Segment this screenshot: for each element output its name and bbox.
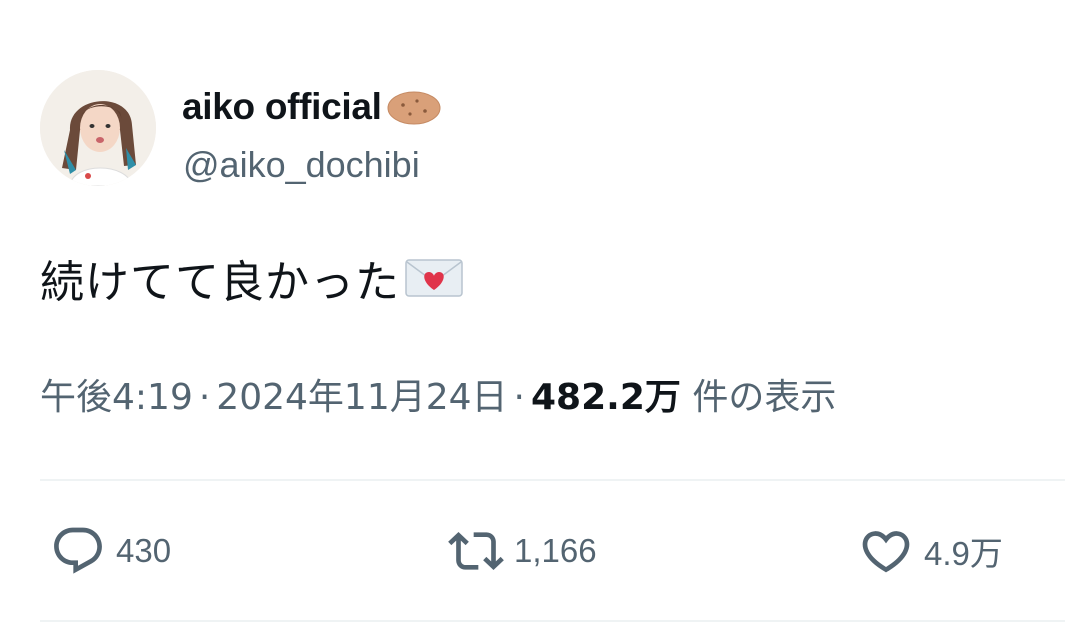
avatar[interactable] (40, 70, 156, 186)
tweet: aiko official @aiko_dochibi 続けてて良かった 午後4… (0, 0, 1065, 636)
reply-button[interactable]: 430 (50, 526, 171, 576)
love-letter-emoji-icon (405, 259, 463, 297)
post-text: 続けてて良かった (40, 246, 466, 310)
post-date[interactable]: 2024年11月24日 (216, 377, 507, 418)
like-button[interactable]: 4.9万 (858, 526, 1003, 576)
divider (40, 479, 1065, 481)
views-label: 件の表示 (692, 377, 837, 418)
divider (40, 620, 1065, 622)
meta-separator: · (198, 377, 211, 418)
retweet-button[interactable]: 1,166 (448, 526, 597, 576)
post-text-content: 続けてて良かった (40, 257, 400, 308)
reply-icon (54, 527, 102, 574)
post-meta: 午後4:19 · 2024年11月24日 · 482.2万 件の表示 (40, 368, 836, 420)
reply-count: 430 (116, 532, 172, 569)
potato-emoji-icon (387, 91, 441, 125)
author-handle[interactable]: @aiko_dochibi (183, 144, 420, 186)
like-count: 4.9万 (924, 535, 1003, 572)
views-count: 482.2万 (531, 377, 681, 418)
heart-icon (862, 531, 910, 573)
meta-separator: · (513, 377, 525, 418)
author-name-row[interactable]: aiko official (182, 84, 442, 130)
author-display-name[interactable]: aiko official (182, 86, 382, 128)
retweet-icon (448, 532, 504, 570)
retweet-count: 1,166 (514, 532, 597, 569)
post-time[interactable]: 午後4:19 (40, 377, 193, 418)
